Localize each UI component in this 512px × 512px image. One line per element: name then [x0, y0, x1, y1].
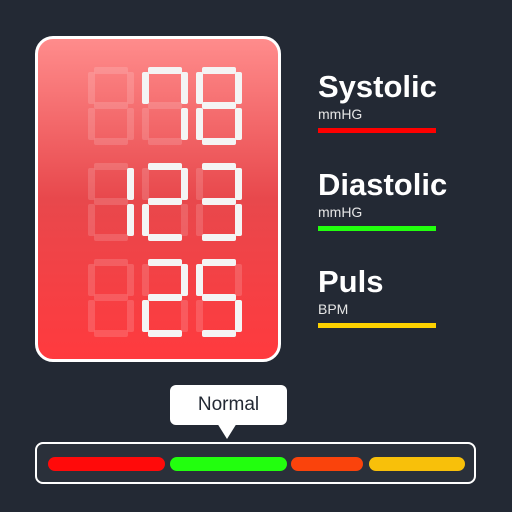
segment-c [235, 300, 242, 332]
segment-b [181, 168, 188, 200]
segment-g [148, 198, 182, 205]
segment-b [127, 264, 134, 296]
legend-title: Systolic [318, 69, 437, 104]
segment-a [148, 67, 182, 74]
status-scale [35, 442, 476, 484]
segment-b [127, 72, 134, 104]
scale-segment-normal [170, 457, 287, 471]
segment-g [94, 198, 128, 205]
legend-unit: mmHG [318, 106, 363, 122]
segment-f [196, 72, 203, 104]
scale-segment-elevated [291, 457, 363, 471]
segment-b [181, 264, 188, 296]
pulse-row [88, 259, 242, 337]
segment-c [235, 108, 242, 140]
segment-b [235, 264, 242, 296]
segment-d [94, 330, 128, 337]
segment-c [181, 108, 188, 140]
diastolic-row [88, 163, 242, 241]
segment-e [142, 300, 149, 332]
digit [196, 163, 242, 241]
segment-f [142, 264, 149, 296]
digit [88, 259, 134, 337]
digit [142, 259, 188, 337]
segment-a [202, 259, 236, 266]
segment-f [142, 168, 149, 200]
segment-d [202, 330, 236, 337]
scale-segment-low [48, 457, 165, 471]
legend-systolic: Systolic mmHG [318, 70, 437, 133]
segment-c [181, 300, 188, 332]
segment-e [142, 108, 149, 140]
digit [196, 259, 242, 337]
segment-d [94, 138, 128, 145]
segment-f [88, 72, 95, 104]
segment-g [94, 102, 128, 109]
segment-a [148, 259, 182, 266]
legend-pulse: Puls BPM [318, 265, 436, 328]
segment-e [196, 204, 203, 236]
segment-f [142, 72, 149, 104]
segment-f [196, 168, 203, 200]
status-tooltip: Normal [170, 385, 287, 439]
segment-a [202, 163, 236, 170]
segment-d [148, 234, 182, 241]
segment-g [148, 294, 182, 301]
scale-segment-high [369, 457, 465, 471]
segment-d [202, 234, 236, 241]
segment-b [235, 168, 242, 200]
segment-g [202, 102, 236, 109]
digit [88, 163, 134, 241]
legend-color-line [318, 226, 436, 231]
systolic-row [88, 67, 242, 145]
segment-c [127, 300, 134, 332]
segment-c [127, 108, 134, 140]
segment-a [94, 259, 128, 266]
segment-b [127, 168, 134, 200]
digit [142, 67, 188, 145]
legend-title: Diastolic [318, 167, 448, 202]
segment-b [181, 72, 188, 104]
segment-a [148, 163, 182, 170]
segment-c [181, 204, 188, 236]
segment-e [88, 204, 95, 236]
digit [88, 67, 134, 145]
segment-a [202, 67, 236, 74]
segment-g [202, 294, 236, 301]
segment-e [88, 300, 95, 332]
segment-f [88, 168, 95, 200]
segment-e [196, 300, 203, 332]
legend-color-line [318, 323, 436, 328]
legend-unit: mmHG [318, 204, 363, 220]
segment-d [202, 138, 236, 145]
segment-e [196, 108, 203, 140]
reading-display [35, 36, 281, 362]
legend-unit: BPM [318, 301, 349, 317]
digit [196, 67, 242, 145]
segment-c [235, 204, 242, 236]
segment-g [148, 102, 182, 109]
legend-color-line [318, 128, 436, 133]
segment-e [88, 108, 95, 140]
segment-f [88, 264, 95, 296]
legend-title: Puls [318, 264, 384, 299]
segment-b [235, 72, 242, 104]
digit [142, 163, 188, 241]
segment-a [94, 67, 128, 74]
segment-f [196, 264, 203, 296]
segment-e [142, 204, 149, 236]
segment-d [94, 234, 128, 241]
segment-a [94, 163, 128, 170]
segment-d [148, 330, 182, 337]
legend-diastolic: Diastolic mmHG [318, 168, 447, 231]
segment-g [202, 198, 236, 205]
segment-d [148, 138, 182, 145]
segment-c [127, 204, 134, 236]
segment-g [94, 294, 128, 301]
